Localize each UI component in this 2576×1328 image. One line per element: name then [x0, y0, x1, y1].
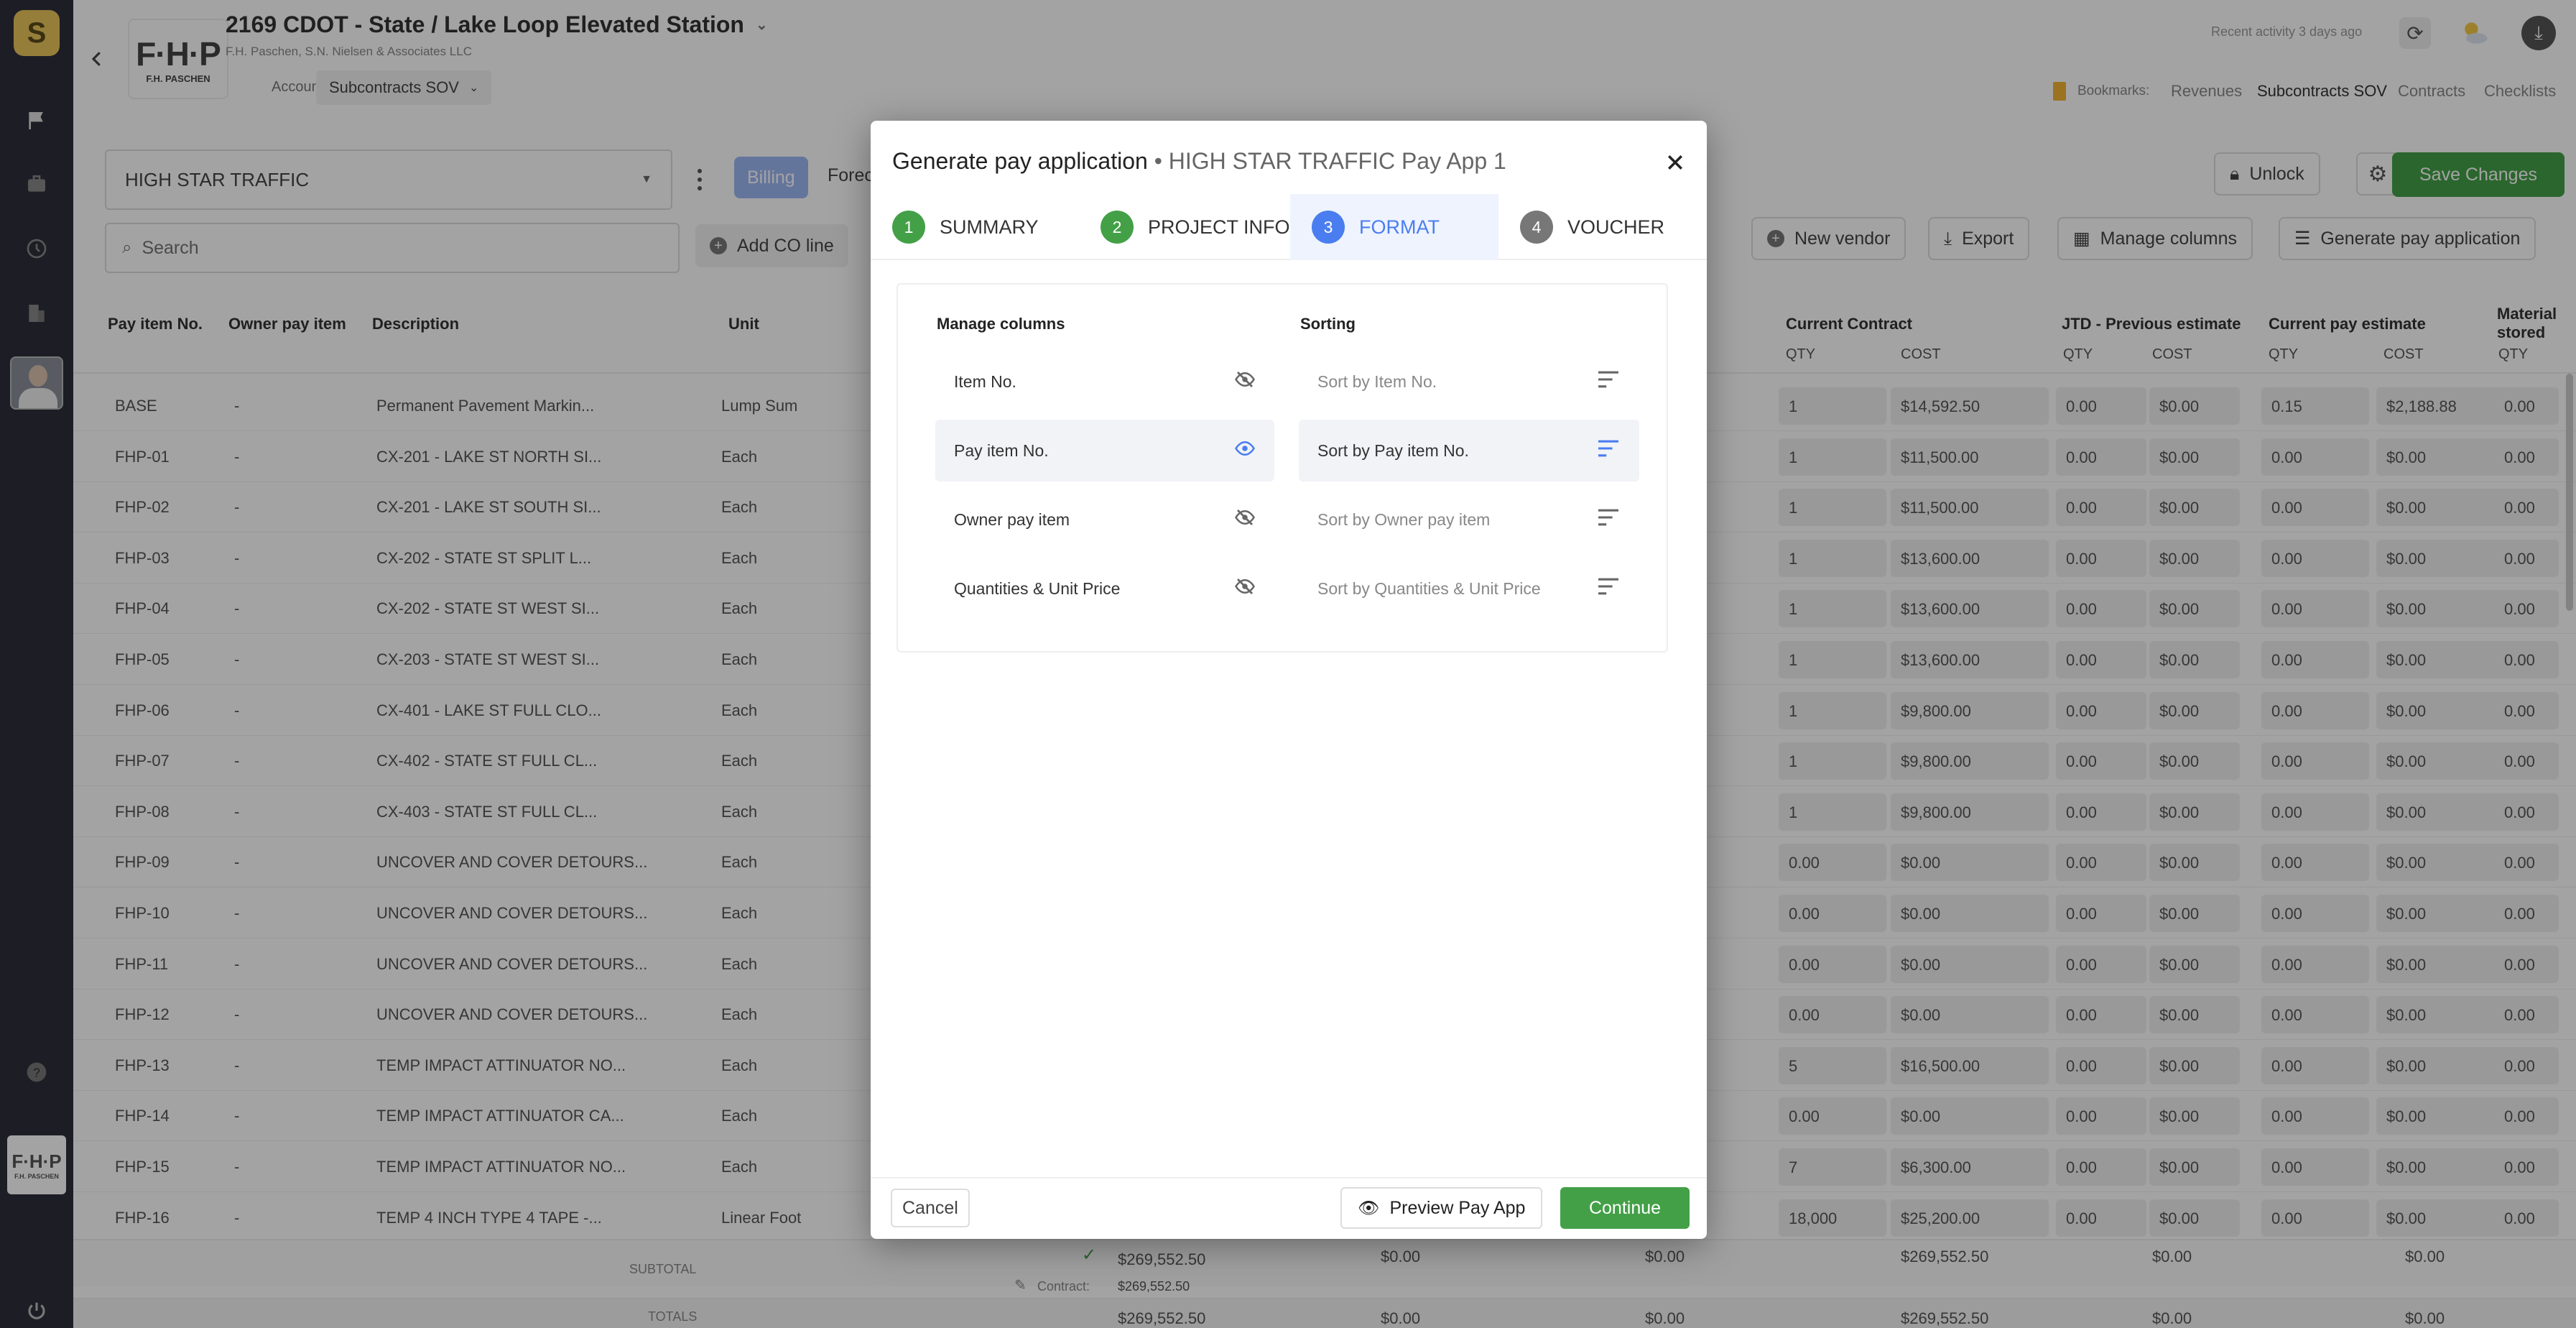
modal-subtitle-text: • HIGH STAR TRAFFIC Pay App 1 [1154, 148, 1506, 174]
tab-voucher[interactable]: 4 VOUCHER [1498, 194, 1707, 260]
sort-option-label: Sort by Owner pay item [1317, 509, 1491, 529]
tab-format-number: 3 [1312, 211, 1345, 244]
close-icon[interactable] [1659, 147, 1691, 178]
cancel-button[interactable]: Cancel [891, 1189, 970, 1227]
tab-voucher-label: VOUCHER [1567, 216, 1665, 238]
column-toggle-label: Quantities & Unit Price [954, 578, 1121, 598]
generate-pay-app-modal: Generate pay application • HIGH STAR TRA… [871, 121, 1707, 1239]
preview-pay-app-label: Preview Pay App [1389, 1197, 1526, 1218]
column-toggle-row[interactable]: Owner pay item [935, 489, 1274, 550]
modal-title-text: Generate pay application [892, 148, 1148, 174]
column-toggle-label: Pay item No. [954, 441, 1049, 460]
modal-title: Generate pay application • HIGH STAR TRA… [892, 148, 1506, 175]
sort-option-row[interactable]: Sort by Item No. [1299, 351, 1639, 412]
sort-option-label: Sort by Quantities & Unit Price [1317, 578, 1541, 598]
sort-option-row[interactable]: Sort by Owner pay item [1299, 489, 1639, 550]
tab-voucher-number: 4 [1520, 211, 1553, 244]
tab-project-info[interactable]: 2 PROJECT INFO [1079, 194, 1299, 260]
tab-project-info-label: PROJECT INFO [1148, 216, 1290, 238]
sorting-title: Sorting [1300, 315, 1356, 333]
eye-icon[interactable] [1234, 438, 1256, 464]
sort-icon[interactable] [1596, 438, 1621, 463]
column-toggle-label: Item No. [954, 372, 1016, 391]
sort-icon[interactable] [1596, 576, 1621, 601]
tab-summary-label: SUMMARY [940, 216, 1039, 238]
sort-icon[interactable] [1596, 369, 1621, 394]
sort-icon[interactable] [1596, 507, 1621, 532]
tab-format[interactable]: 3 FORMAT [1290, 194, 1498, 260]
column-toggle-row[interactable]: Quantities & Unit Price [935, 558, 1274, 619]
tab-summary[interactable]: 1 SUMMARY [871, 194, 1079, 260]
manage-columns-title: Manage columns [937, 315, 1065, 333]
tab-project-info-number: 2 [1101, 211, 1134, 244]
eye-off-icon[interactable] [1234, 576, 1256, 601]
sort-option-label: Sort by Pay item No. [1317, 441, 1469, 460]
column-toggle-row[interactable]: Pay item No. [935, 420, 1274, 481]
eye-off-icon[interactable] [1234, 507, 1256, 532]
sort-option-label: Sort by Item No. [1317, 372, 1437, 391]
column-toggle-label: Owner pay item [954, 509, 1070, 529]
tab-summary-number: 1 [892, 211, 925, 244]
sort-option-row[interactable]: Sort by Quantities & Unit Price [1299, 558, 1639, 619]
eye-icon: 👁︎ [1358, 1198, 1380, 1218]
format-panel: Manage columns Sorting Item No. Sort by I… [896, 283, 1668, 653]
preview-pay-app-button[interactable]: 👁︎ Preview Pay App [1340, 1187, 1543, 1229]
sort-option-row[interactable]: Sort by Pay item No. [1299, 420, 1639, 481]
eye-off-icon[interactable] [1234, 369, 1256, 395]
continue-button[interactable]: Continue [1560, 1187, 1690, 1229]
column-toggle-row[interactable]: Item No. [935, 351, 1274, 412]
tab-format-label: FORMAT [1359, 216, 1440, 238]
